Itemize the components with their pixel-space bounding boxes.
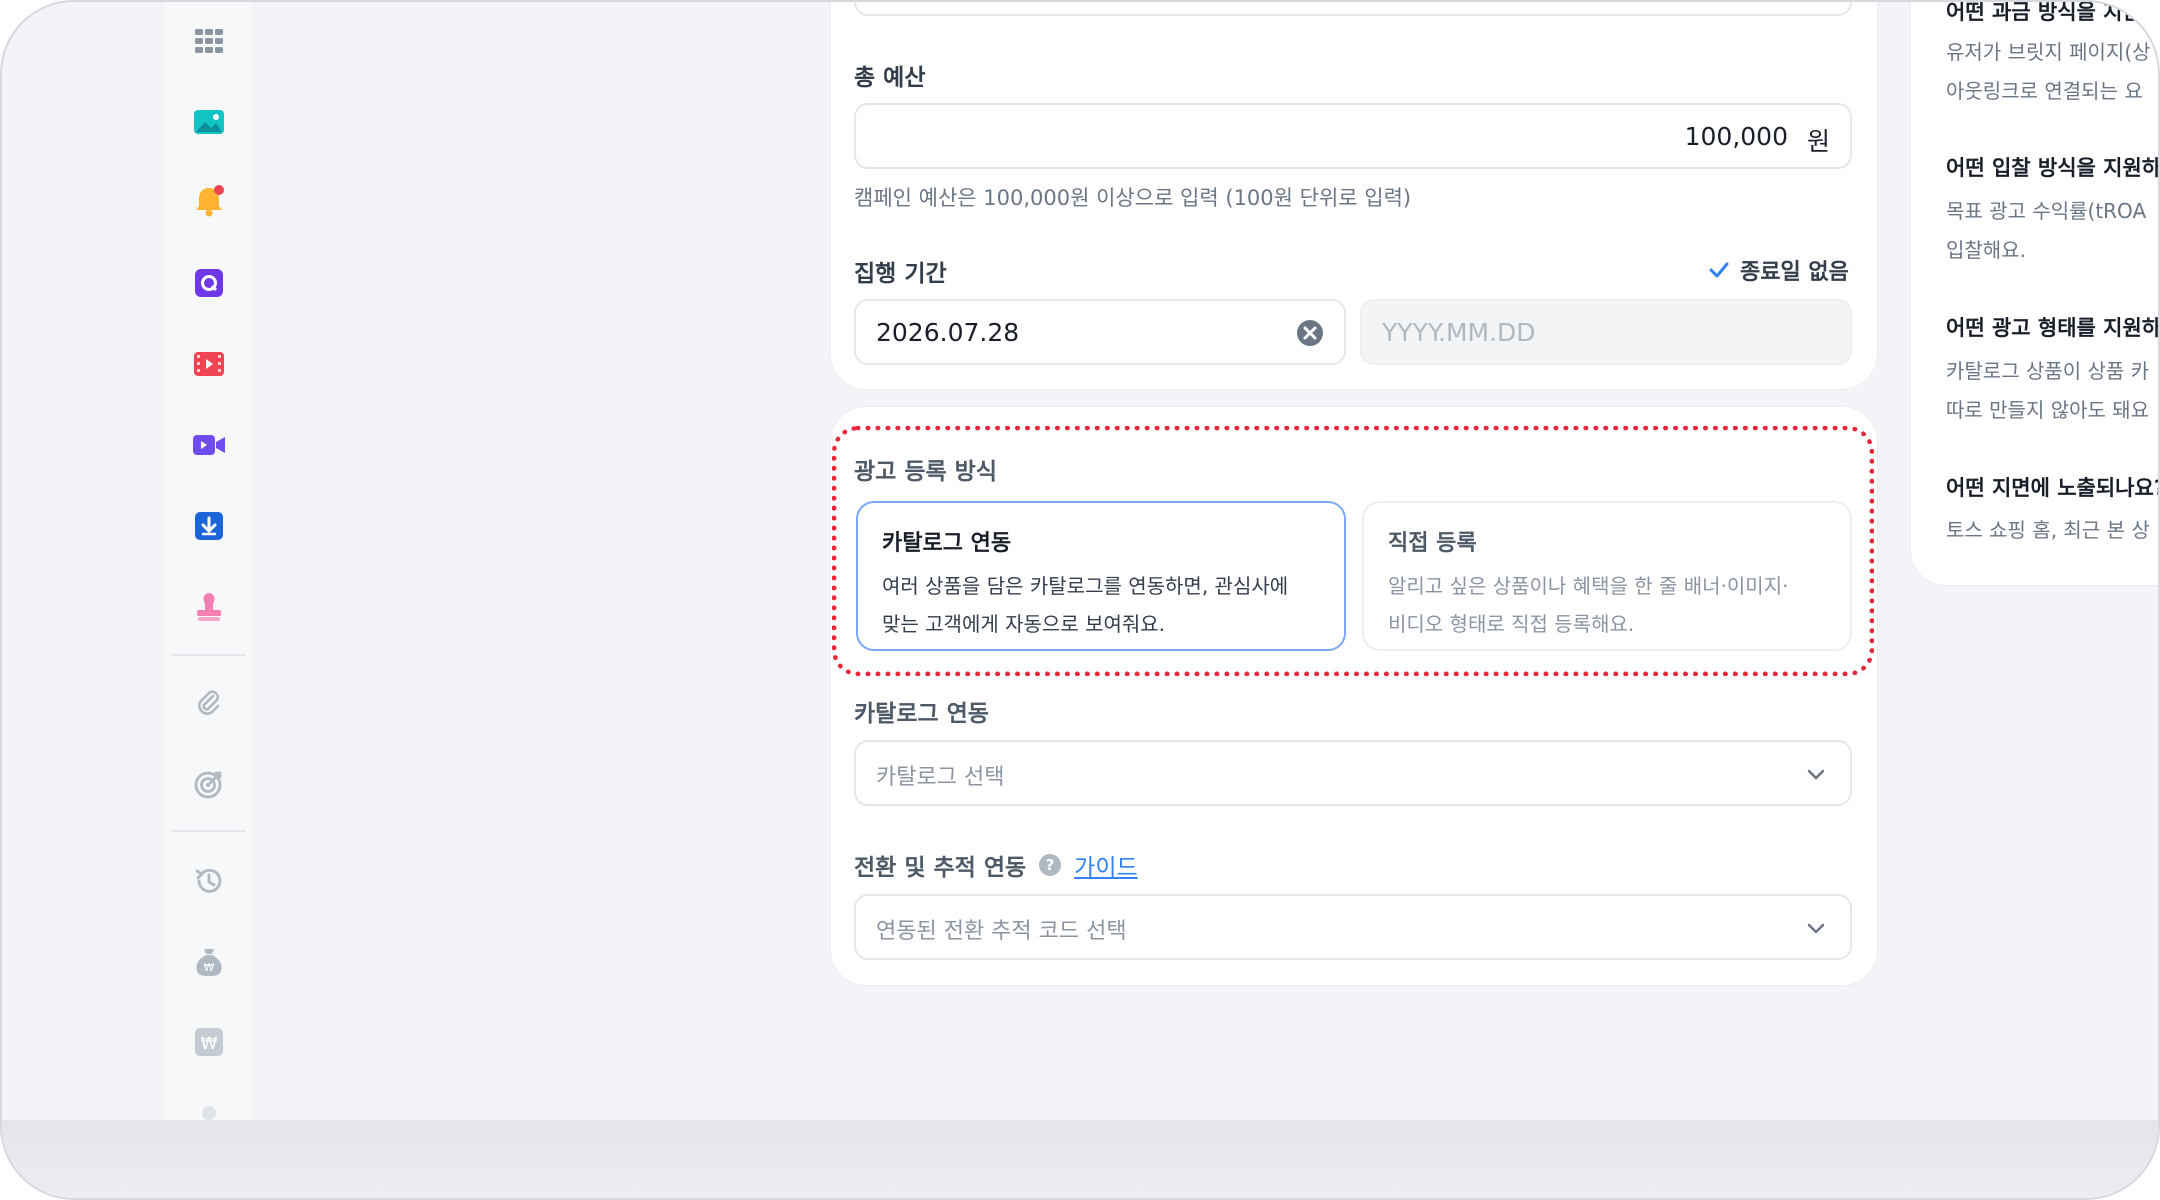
image-icon[interactable] (192, 105, 226, 139)
conversion-select-placeholder: 연동된 전환 추적 코드 선택 (876, 919, 1127, 944)
faq-answer: 카탈로그 상품이 상품 카 (1946, 359, 2150, 383)
budget-value: 100,000 (1684, 122, 1788, 151)
no-end-date-checkbox[interactable]: 종료일 없음 (1708, 254, 1849, 286)
end-date-placeholder: YYYY.MM.DD (1382, 318, 1536, 347)
svg-text:?: ? (1046, 856, 1055, 874)
download-icon[interactable] (192, 509, 226, 543)
bell-icon[interactable] (192, 184, 226, 218)
conversion-header: 전환 및 추적 연동 ? 가이드 (854, 848, 1138, 882)
faq-question[interactable]: 어떤 광고 형태를 지원하 (1946, 312, 2158, 342)
svg-text:₩: ₩ (201, 1034, 218, 1054)
screen: ₩ ₩ 총 예산 100,000 원 캠페인 예산은 100,000원 이상으로… (2, 2, 2158, 1120)
video-reel-icon[interactable] (192, 347, 226, 381)
sidebar-divider (172, 830, 246, 832)
help-icon[interactable]: ? (1038, 853, 1062, 877)
option-desc-line: 비디오 형태로 직접 등록해요. (1388, 612, 1635, 636)
device-frame: ₩ ₩ 총 예산 100,000 원 캠페인 예산은 100,000원 이상으로… (0, 0, 2160, 1200)
won-icon[interactable]: ₩ (192, 1025, 226, 1059)
catalog-select[interactable]: 카탈로그 선택 (854, 740, 1852, 806)
svg-text:₩: ₩ (204, 961, 215, 974)
money-bag-icon[interactable]: ₩ (192, 945, 226, 979)
budget-helper-text: 캠페인 예산은 100,000원 이상으로 입력 (100원 단위로 입력) (854, 186, 1412, 210)
apps-grid-icon[interactable] (192, 24, 226, 58)
device-bezel (2, 1120, 2158, 1198)
faq-question[interactable]: 어떤 과금 방식을 지원 (1946, 2, 2142, 26)
conversion-label: 전환 및 추적 연동 (854, 855, 1027, 881)
registration-label: 광고 등록 방식 (854, 459, 997, 485)
faq-answer: 따로 만들지 않아도 돼요 (1946, 398, 2150, 422)
option-desc-line: 여러 상품을 담은 카탈로그를 연동하면, 관심사에 (882, 574, 1289, 598)
direct-register-option[interactable]: 직접 등록 알리고 싶은 상품이나 혜택을 한 줄 배너·이미지· 비디오 형태… (1362, 501, 1852, 651)
chevron-down-icon (1807, 923, 1825, 934)
attachment-icon[interactable] (192, 686, 226, 720)
previous-field-input[interactable] (854, 2, 1852, 16)
faq-answer: 입찰해요. (1946, 238, 2026, 262)
period-label: 집행 기간 (854, 261, 947, 287)
sidebar-divider (172, 654, 246, 656)
option-desc-line: 맞는 고객에게 자동으로 보여줘요. (882, 612, 1166, 636)
checkmark-icon (1709, 262, 1729, 278)
option-title: 카탈로그 연동 (882, 531, 1012, 556)
no-end-date-label: 종료일 없음 (1740, 260, 1849, 285)
guide-link[interactable]: 가이드 (1074, 848, 1137, 882)
budget-input[interactable]: 100,000 원 (854, 103, 1852, 169)
catalog-label: 카탈로그 연동 (854, 701, 989, 727)
option-title: 직접 등록 (1388, 531, 1477, 556)
catalog-link-option[interactable]: 카탈로그 연동 여러 상품을 담은 카탈로그를 연동하면, 관심사에 맞는 고객… (856, 501, 1346, 651)
conversion-select[interactable]: 연동된 전환 추적 코드 선택 (854, 894, 1852, 960)
start-date-input[interactable]: 2026.07.28 (854, 299, 1346, 365)
chevron-down-icon (1807, 769, 1825, 780)
history-icon[interactable] (192, 864, 226, 898)
start-date-value: 2026.07.28 (876, 318, 1020, 347)
budget-unit: 원 (1806, 127, 1830, 156)
target-icon[interactable] (192, 767, 226, 801)
faq-answer: 아웃링크로 연결되는 요 (1946, 79, 2143, 103)
clear-icon[interactable] (1296, 319, 1324, 347)
faq-answer: 토스 쇼핑 홈, 최근 본 상 (1946, 518, 2150, 542)
faq-question[interactable]: 어떤 지면에 노출되나요? (1946, 472, 2158, 502)
end-date-input[interactable]: YYYY.MM.DD (1360, 299, 1852, 365)
q-app-icon[interactable] (192, 266, 226, 300)
faq-answer: 유저가 브릿지 페이지(상 (1946, 40, 2151, 64)
faq-question[interactable]: 어떤 입찰 방식을 지원하 (1946, 152, 2158, 182)
stamp-icon[interactable] (192, 590, 226, 624)
budget-label: 총 예산 (854, 65, 926, 91)
catalog-select-placeholder: 카탈로그 선택 (876, 765, 1005, 790)
sidebar-more-icon (202, 1106, 216, 1120)
option-desc-line: 알리고 싶은 상품이나 혜택을 한 줄 배너·이미지· (1388, 574, 1789, 598)
faq-answer: 목표 광고 수익률(tROA (1946, 199, 2147, 223)
video-camera-icon[interactable] (192, 428, 226, 462)
